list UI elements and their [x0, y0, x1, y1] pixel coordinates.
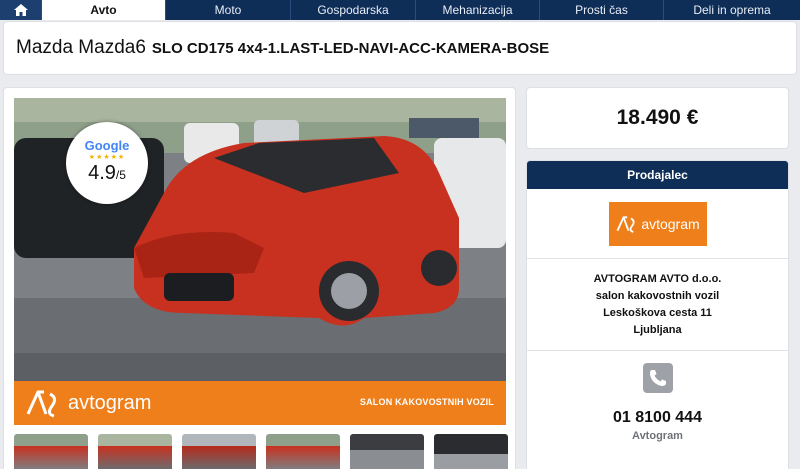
rating-value: 4.9/5 — [66, 162, 148, 185]
phone-number[interactable]: 01 8100 444 — [613, 409, 702, 427]
tab-avto[interactable]: Avto — [42, 0, 166, 20]
seller-header: Prodajalec — [527, 161, 788, 189]
banner-logo-text: avtogram — [68, 391, 152, 414]
seller-contact: 01 8100 444 Avtogram — [527, 351, 788, 442]
tab-mehanizacija[interactable]: Mehanizacija — [416, 0, 540, 20]
thumbnail[interactable] — [350, 434, 424, 469]
seller-city: Ljubljana — [633, 323, 682, 336]
seller-card: Prodajalec avtogram AVTOGRAM AVTO d.o.o.… — [526, 160, 789, 469]
tab-gospodarska[interactable]: Gospodarska — [291, 0, 416, 20]
avtogram-logo-icon — [26, 390, 57, 418]
google-rating-badge: Google ★★★★★ 4.9/5 — [66, 122, 148, 204]
tab-deli-in-oprema[interactable]: Deli in oprema — [664, 0, 800, 20]
seller-logo-text: avtogram — [641, 215, 700, 232]
seller-company: AVTOGRAM AVTO d.o.o. — [593, 272, 722, 285]
seller-logo[interactable]: avtogram — [608, 201, 707, 246]
phone-icon — [649, 370, 666, 386]
tab-prosti-cas[interactable]: Prosti čas — [540, 0, 664, 20]
thumbnail-strip — [14, 434, 508, 469]
avtogram-logo-icon — [616, 215, 635, 233]
contact-name: Avtogram — [632, 430, 683, 442]
price-card: 18.490 € — [526, 87, 789, 149]
dealer-banner: avtogram SALON KAKOVOSTNIH VOZIL — [14, 381, 506, 425]
banner-slogan: SALON KAKOVOSTNIH VOZIL — [359, 397, 494, 407]
thumbnail[interactable] — [182, 434, 256, 469]
thumbnail[interactable] — [14, 434, 88, 469]
seller-tagline: salon kakovostnih vozil — [595, 289, 720, 302]
gallery-card: Google ★★★★★ 4.9/5 avtogram SALON KAKOVO… — [3, 87, 516, 469]
rating-number: 4.9 — [88, 162, 116, 184]
google-logo: Google — [84, 138, 130, 153]
seller-street: Leskoškova cesta 11 — [603, 306, 712, 319]
listing-title: Mazda Mazda6 — [16, 37, 146, 58]
listing-title-card: Mazda Mazda6 SLO CD175 4x4-1.LAST-LED-NA… — [3, 21, 797, 75]
rating-scale: /5 — [115, 168, 126, 182]
top-nav: Avto Moto Gospodarska Mehanizacija Prost… — [0, 0, 800, 20]
tab-moto[interactable]: Moto — [166, 0, 291, 20]
listing-subtitle: SLO CD175 4x4-1.LAST-LED-NAVI-ACC-KAMERA… — [151, 39, 550, 57]
seller-address: AVTOGRAM AVTO d.o.o. salon kakovostnih v… — [527, 259, 788, 351]
home-icon — [13, 4, 28, 16]
price-value: 18.490 € — [616, 106, 699, 129]
main-photo[interactable]: Google ★★★★★ 4.9/5 avtogram SALON KAKOVO… — [14, 98, 506, 425]
thumbnail[interactable] — [434, 434, 508, 469]
thumbnail[interactable] — [98, 434, 172, 469]
seller-logo-section: avtogram — [527, 189, 788, 259]
rating-stars: ★★★★★ — [88, 154, 126, 161]
phone-button[interactable] — [642, 363, 673, 393]
thumbnail[interactable] — [266, 434, 340, 469]
home-button[interactable] — [0, 0, 42, 20]
